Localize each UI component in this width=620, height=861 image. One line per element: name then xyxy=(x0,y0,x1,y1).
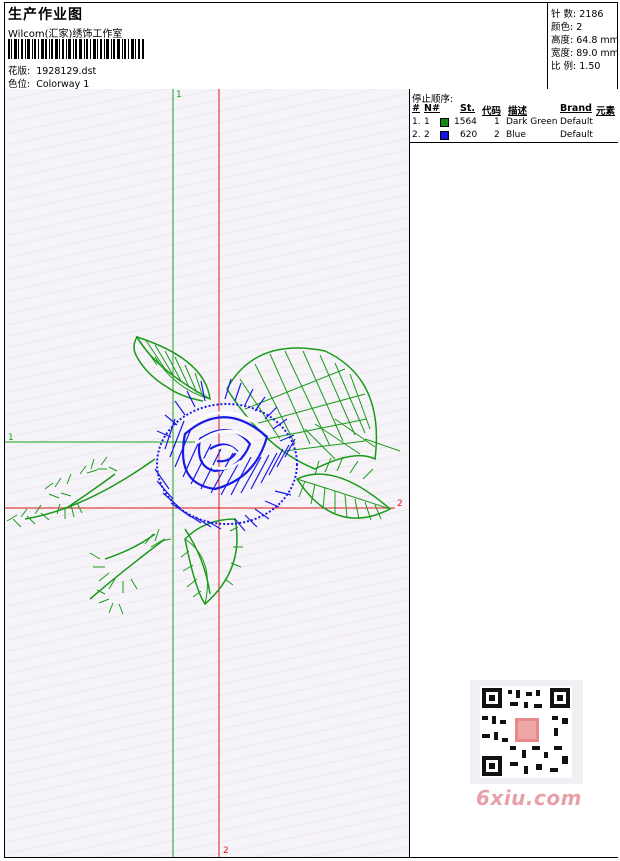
col-code: 代码 xyxy=(482,106,502,117)
green-fern-left xyxy=(6,456,172,615)
header-left: 生产作业图 Wilcom(汇家)绣饰工作室 花版: 1928129.dst 色位… xyxy=(5,3,547,90)
stat-colors: 颜色: 2 xyxy=(551,22,583,33)
guide-label-green-left: 1 xyxy=(8,433,14,443)
qr-code-icon xyxy=(470,680,583,784)
barcode-icon xyxy=(8,39,144,59)
stat-stitches: 针 数: 2186 xyxy=(551,9,604,20)
design-canvas[interactable]: 1 1 2 2 xyxy=(5,89,409,857)
watermark: 6xiu.com xyxy=(476,786,582,810)
green-stems xyxy=(24,458,211,600)
col-brand: Brand xyxy=(560,103,592,114)
green-leaf-bottom-middle xyxy=(180,518,243,606)
guide-label-red-right: 2 xyxy=(397,499,403,509)
colorway-line: 色位: Colorway 1 xyxy=(8,76,89,90)
col-st: St. xyxy=(460,103,475,114)
col-no: N# xyxy=(424,103,440,114)
design-file-line: 花版: 1928129.dst xyxy=(8,63,96,77)
green-leaf-top-left xyxy=(133,335,211,402)
stat-scale: 比 例: 1.50 xyxy=(551,61,601,72)
stats-panel: 针 数: 2186 颜色: 2 高度: 64.8 mm 宽度: 89.0 mm … xyxy=(547,3,619,89)
color-swatch xyxy=(440,131,449,140)
embroidery-preview xyxy=(5,89,401,857)
stop-sequence-header: # N# St. 代码 描述 Brand 元素 xyxy=(410,103,618,117)
stop-sequence-divider xyxy=(410,142,618,143)
col-desc: 描述 xyxy=(508,106,528,117)
guide-label-red-bottom: 2 xyxy=(223,846,229,856)
col-hash: # xyxy=(412,103,420,114)
green-leaf-bottom-right xyxy=(295,456,392,521)
studio-name: Wilcom(汇家)绣饰工作室 xyxy=(8,29,123,40)
stat-height: 高度: 64.8 mm xyxy=(551,35,619,46)
guide-label-green-top: 1 xyxy=(176,90,182,100)
table-row[interactable]: 1. 1 1564 1 Dark Green Default xyxy=(410,117,618,130)
stat-width: 宽度: 89.0 mm xyxy=(551,48,619,59)
col-element: 元素 xyxy=(596,106,616,117)
sheet-title: 生产作业图 xyxy=(8,7,83,23)
color-swatch xyxy=(440,118,449,127)
